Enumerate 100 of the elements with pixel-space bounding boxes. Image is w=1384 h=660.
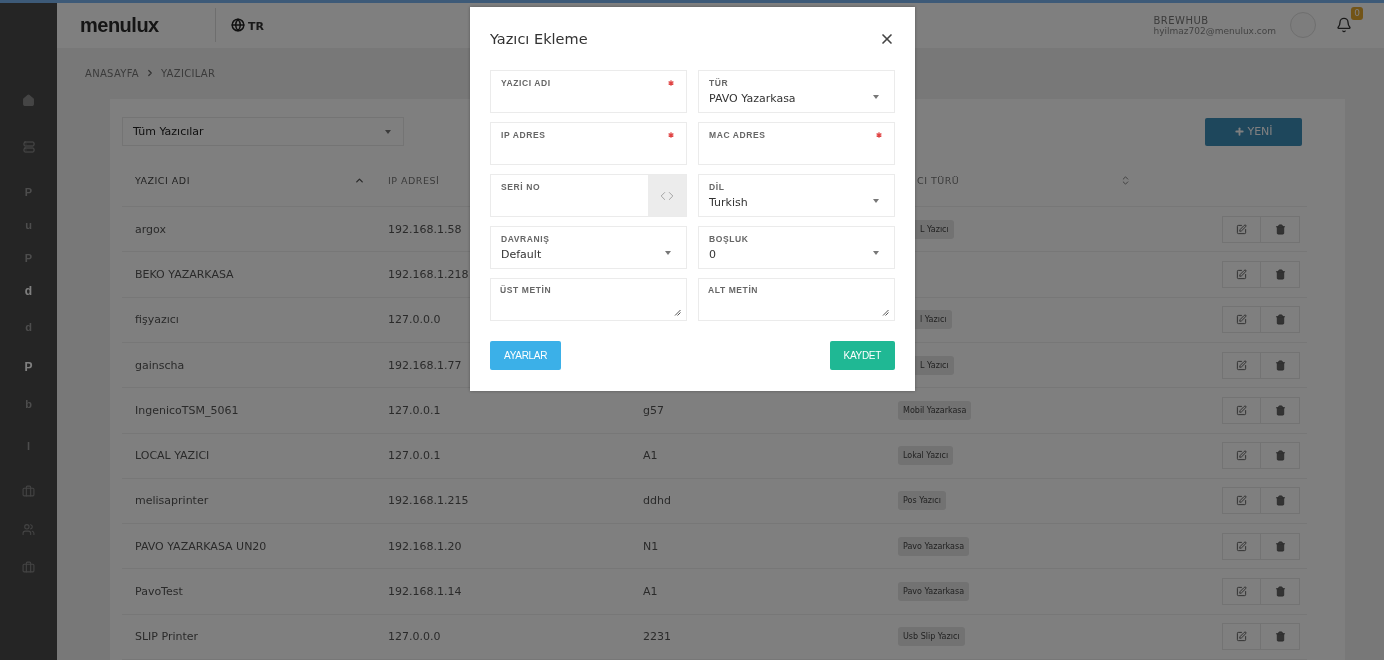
- delete-button[interactable]: [1261, 578, 1300, 606]
- home-icon[interactable]: [22, 93, 35, 107]
- select-field[interactable]: DAVRANIŞ Default: [490, 226, 687, 269]
- briefcase-icon[interactable]: [22, 484, 35, 498]
- save-button[interactable]: KAYDET: [829, 341, 895, 370]
- user-name: BREWHUB: [1153, 14, 1210, 26]
- new-button[interactable]: YENİ: [1205, 117, 1302, 146]
- edit-button[interactable]: [1222, 215, 1261, 243]
- table-cell-text: IngenicoTSM_5061: [134, 403, 240, 417]
- caret-icon: [385, 129, 391, 134]
- close-icon: [879, 31, 895, 47]
- trash-icon: [1274, 631, 1286, 643]
- table-cell-text: 127.0.0.0: [387, 630, 442, 644]
- field-label: ÜST METİN: [500, 285, 552, 295]
- table-cell-text: PAVO YAZARKASA UN20: [134, 539, 268, 553]
- edit-icon: [1236, 314, 1247, 326]
- bell-icon[interactable]: [1336, 17, 1352, 34]
- table-cell-text: fişyazıcı: [134, 313, 180, 327]
- table-cell-text: gainscha: [134, 358, 186, 372]
- server-icon[interactable]: [22, 141, 35, 153]
- edit-button[interactable]: [1222, 487, 1261, 515]
- edit-icon: [1236, 586, 1247, 598]
- field-label: ALT METİN: [708, 285, 759, 295]
- sidebar-item[interactable]: d: [24, 283, 33, 298]
- table-cell-text: 127.0.0.1: [387, 449, 442, 463]
- delete-button[interactable]: [1261, 442, 1300, 470]
- delete-button[interactable]: [1261, 260, 1300, 288]
- type-tag: Mobil Yazarkasa: [898, 400, 972, 420]
- type-tag: L Yazıcı: [915, 355, 954, 375]
- type-tag: Pavo Yazarkasa: [898, 536, 970, 556]
- table-cell-text: BEKO YAZARKASA: [134, 267, 235, 281]
- table-cell-text: 127.0.0.0: [387, 313, 442, 327]
- edit-icon: [1236, 495, 1247, 507]
- select-field[interactable]: DİL Turkish: [698, 174, 895, 217]
- column-header[interactable]: IP ADRESİ: [388, 174, 440, 186]
- select-field[interactable]: BOŞLUK 0: [698, 226, 895, 269]
- table-cell-text: melisaprinter: [134, 494, 210, 508]
- trash-icon: [1274, 359, 1286, 371]
- text-field[interactable]: SERİ NO: [490, 174, 687, 217]
- column-header[interactable]: YAZICI ADI: [135, 174, 190, 186]
- field-label: YAZICI ADI: [501, 78, 551, 88]
- table-cell-text: argox: [134, 222, 167, 236]
- delete-button[interactable]: [1261, 532, 1300, 560]
- text-field[interactable]: MAC ADRES: [698, 122, 895, 165]
- type-tag: L Yazıcı: [915, 219, 954, 239]
- select-field[interactable]: TÜR PAVO Yazarkasa: [698, 70, 895, 113]
- caret-icon: [665, 251, 671, 255]
- edit-icon: [1236, 631, 1247, 643]
- edit-button[interactable]: [1222, 351, 1261, 379]
- sidebar-item[interactable]: P: [24, 360, 33, 374]
- close-button[interactable]: [879, 31, 895, 47]
- text-field[interactable]: YAZICI ADI: [490, 70, 687, 113]
- type-tag: Lokal Yazıcı: [898, 446, 954, 466]
- table-cell-text: g57: [642, 403, 665, 417]
- type-tag: Pavo Yazarkasa: [898, 582, 970, 602]
- trash-icon: [1274, 450, 1286, 462]
- briefcase-icon[interactable]: [22, 560, 35, 574]
- dialog-title: Yazıcı Ekleme: [490, 31, 588, 47]
- text-field[interactable]: IP ADRES: [490, 122, 687, 165]
- delete-button[interactable]: [1261, 306, 1300, 334]
- type-tag: Usb Slip Yazıcı: [898, 627, 965, 647]
- table-cell-text: 192.168.1.215: [387, 494, 470, 508]
- delete-button[interactable]: [1261, 215, 1300, 243]
- resize-grip-icon[interactable]: [882, 309, 889, 316]
- breadcrumb-item[interactable]: ANASAYFA: [85, 67, 139, 79]
- sort-icon[interactable]: [1120, 174, 1131, 186]
- edit-button[interactable]: [1222, 578, 1261, 606]
- settings-button[interactable]: AYARLAR: [490, 341, 562, 370]
- trash-icon: [1274, 495, 1286, 507]
- plus-icon: [1234, 126, 1246, 138]
- field-label: SERİ NO: [501, 182, 541, 192]
- caret-icon: [873, 95, 879, 99]
- filter-select[interactable]: Tüm Yazıcılar: [122, 117, 404, 147]
- trash-icon: [1274, 268, 1286, 280]
- trash-icon: [1274, 404, 1286, 416]
- delete-button[interactable]: [1261, 487, 1300, 515]
- trash-icon: [1274, 586, 1286, 598]
- users-icon[interactable]: [22, 522, 35, 536]
- edit-button[interactable]: [1222, 260, 1261, 288]
- trash-icon: [1274, 540, 1286, 552]
- table-cell-text: PavoTest: [134, 585, 184, 599]
- delete-button[interactable]: [1261, 351, 1300, 379]
- column-header[interactable]: CI TÜRÜ: [917, 174, 960, 186]
- notification-badge: 0: [1351, 7, 1363, 21]
- edit-icon: [1236, 359, 1247, 371]
- edit-button[interactable]: [1222, 396, 1261, 424]
- breadcrumb-item[interactable]: YAZICILAR: [160, 67, 216, 79]
- edit-button[interactable]: [1222, 306, 1261, 334]
- edit-button[interactable]: [1222, 532, 1261, 560]
- table-cell-text: 192.168.1.20: [387, 539, 463, 553]
- field-label: BOŞLUK: [709, 234, 749, 244]
- logo: menulux: [80, 13, 160, 37]
- language-label[interactable]: TR: [248, 20, 264, 34]
- globe-icon[interactable]: [231, 18, 245, 33]
- delete-button[interactable]: [1261, 623, 1300, 651]
- user-email: hyilmaz702@menulux.com: [1153, 25, 1276, 36]
- edit-button[interactable]: [1222, 442, 1261, 470]
- resize-grip-icon[interactable]: [674, 309, 681, 316]
- edit-button[interactable]: [1222, 623, 1261, 651]
- delete-button[interactable]: [1261, 396, 1300, 424]
